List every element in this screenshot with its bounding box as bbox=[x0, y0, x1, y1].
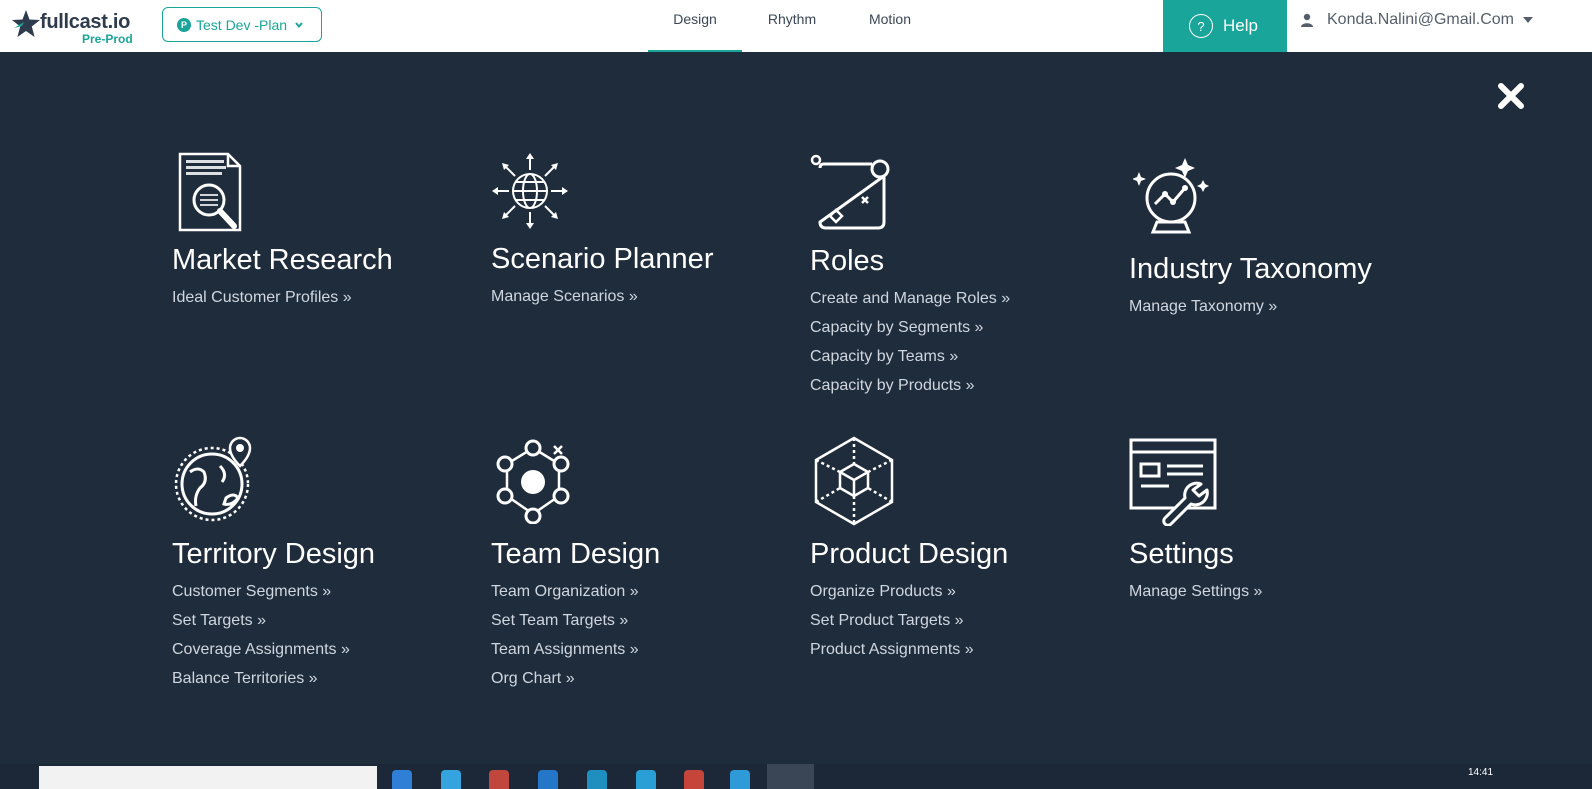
link-capacity-by-segments[interactable]: Capacity by Segments » bbox=[810, 319, 1010, 348]
logo-environment: Pre-Prod bbox=[82, 32, 133, 46]
taskbar-app-icon[interactable] bbox=[392, 770, 412, 789]
module-links: Customer Segments » Set Targets » Covera… bbox=[172, 583, 350, 699]
taskbar-clock: 14:41 bbox=[1468, 767, 1494, 778]
link-capacity-by-products[interactable]: Capacity by Products » bbox=[810, 377, 1010, 406]
module-title: Territory Design bbox=[172, 538, 376, 570]
globe-arrows-icon bbox=[492, 153, 568, 229]
link-create-manage-roles[interactable]: Create and Manage Roles » bbox=[810, 290, 1010, 319]
logo-star-icon bbox=[12, 10, 40, 37]
module-title: Team Design bbox=[491, 538, 661, 570]
module-links: Manage Settings » bbox=[1129, 583, 1262, 612]
link-manage-scenarios[interactable]: Manage Scenarios » bbox=[491, 288, 638, 317]
link-capacity-by-teams[interactable]: Capacity by Teams » bbox=[810, 348, 1010, 377]
link-team-organization[interactable]: Team Organization » bbox=[491, 583, 639, 612]
module-links: Team Organization » Set Team Targets » T… bbox=[491, 583, 639, 699]
taskbar-app-icon[interactable] bbox=[587, 770, 607, 789]
help-label: Help bbox=[1223, 16, 1258, 35]
module-title: Settings bbox=[1129, 538, 1234, 570]
tab-rhythm[interactable]: Rhythm bbox=[752, 0, 832, 52]
close-icon[interactable] bbox=[1496, 81, 1526, 111]
link-customer-segments[interactable]: Customer Segments » bbox=[172, 583, 350, 612]
plan-selector[interactable]: P Test Dev -Plan bbox=[162, 7, 322, 42]
help-button[interactable]: ? Help bbox=[1163, 0, 1287, 52]
document-search-icon bbox=[178, 152, 242, 232]
caret-down-icon bbox=[1522, 17, 1533, 23]
logo-name: fullcast.io bbox=[40, 11, 131, 33]
crystal-ball-icon bbox=[1133, 158, 1209, 234]
link-manage-taxonomy[interactable]: Manage Taxonomy » bbox=[1129, 298, 1277, 327]
link-set-team-targets[interactable]: Set Team Targets » bbox=[491, 612, 639, 641]
module-title: Product Design bbox=[810, 538, 1009, 570]
globe-pin-icon bbox=[174, 436, 252, 522]
link-coverage-assignments[interactable]: Coverage Assignments » bbox=[172, 641, 350, 670]
taskbar-app-icon[interactable] bbox=[441, 770, 461, 789]
link-product-assignments[interactable]: Product Assignments » bbox=[810, 641, 974, 670]
module-title: Industry Taxonomy bbox=[1129, 253, 1372, 285]
taskbar-search-box[interactable] bbox=[39, 766, 377, 789]
link-balance-territories[interactable]: Balance Territories » bbox=[172, 670, 350, 699]
link-org-chart[interactable]: Org Chart » bbox=[491, 670, 639, 699]
os-taskbar: 14:41 bbox=[0, 764, 1592, 789]
module-links: Organize Products » Set Product Targets … bbox=[810, 583, 974, 670]
link-team-assignments[interactable]: Team Assignments » bbox=[491, 641, 639, 670]
tab-design[interactable]: Design bbox=[648, 0, 742, 52]
plan-badge: P bbox=[177, 17, 191, 32]
link-ideal-customer-profiles[interactable]: Ideal Customer Profiles » bbox=[172, 289, 352, 318]
settings-window-icon bbox=[1129, 438, 1217, 526]
app-logo[interactable]: fullcast.io Pre-Prod bbox=[10, 6, 140, 46]
taskbar-app-icon[interactable] bbox=[636, 770, 656, 789]
top-bar: fullcast.io Pre-Prod P Test Dev -Plan De… bbox=[0, 0, 1592, 52]
link-organize-products[interactable]: Organize Products » bbox=[810, 583, 974, 612]
user-email: Konda.Nalini@Gmail.Com bbox=[1327, 11, 1514, 28]
tab-motion[interactable]: Motion bbox=[852, 0, 928, 52]
taskbar-active-app[interactable] bbox=[767, 764, 814, 789]
module-links: Manage Scenarios » bbox=[491, 288, 638, 317]
link-set-product-targets[interactable]: Set Product Targets » bbox=[810, 612, 974, 641]
cube-icon bbox=[814, 436, 894, 526]
taskbar-app-icon[interactable] bbox=[684, 770, 704, 789]
taskbar-app-icon[interactable] bbox=[730, 770, 750, 789]
taskbar-app-icon[interactable] bbox=[538, 770, 558, 789]
module-links: Manage Taxonomy » bbox=[1129, 298, 1277, 327]
link-set-targets[interactable]: Set Targets » bbox=[172, 612, 350, 641]
module-title: Scenario Planner bbox=[491, 243, 714, 275]
plan-label: Test Dev -Plan bbox=[196, 16, 288, 33]
module-title: Roles bbox=[810, 245, 885, 277]
network-icon bbox=[496, 439, 570, 524]
module-links: Create and Manage Roles » Capacity by Se… bbox=[810, 290, 1010, 406]
help-icon: ? bbox=[1189, 14, 1213, 38]
roles-board-icon bbox=[810, 154, 890, 230]
user-icon bbox=[1301, 13, 1313, 27]
link-manage-settings[interactable]: Manage Settings » bbox=[1129, 583, 1262, 612]
module-title: Market Research bbox=[172, 244, 393, 276]
module-links: Ideal Customer Profiles » bbox=[172, 289, 352, 318]
chevron-down-icon bbox=[295, 21, 303, 28]
user-menu[interactable]: Konda.Nalini@Gmail.Com bbox=[1300, 0, 1534, 40]
taskbar-app-icon[interactable] bbox=[489, 770, 509, 789]
